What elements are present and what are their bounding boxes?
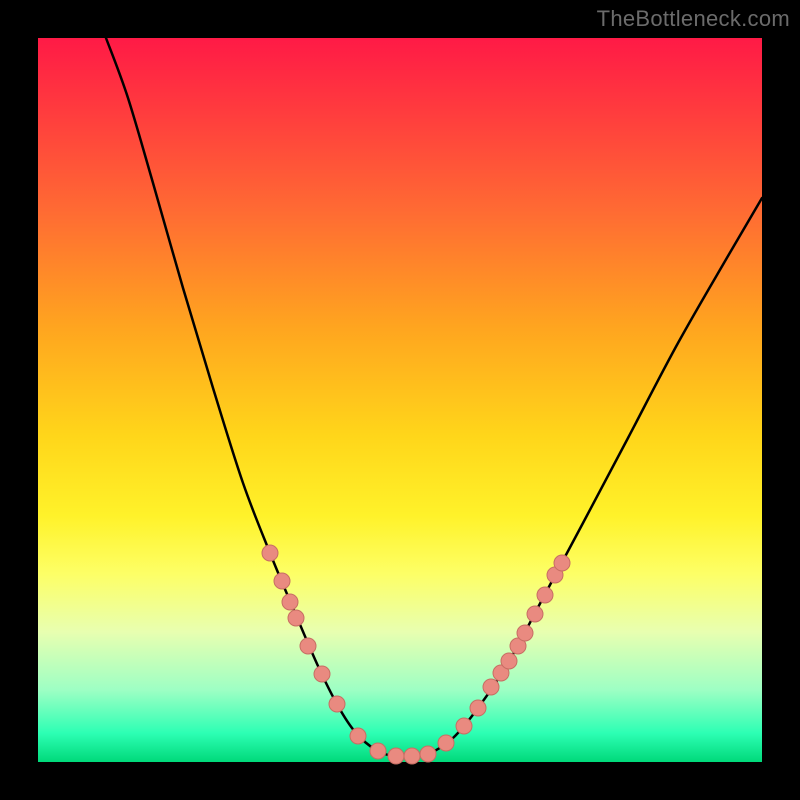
data-marker <box>350 728 366 744</box>
data-marker <box>438 735 454 751</box>
marker-group <box>262 545 570 764</box>
data-marker <box>370 743 386 759</box>
data-marker <box>314 666 330 682</box>
data-marker <box>288 610 304 626</box>
data-marker <box>537 587 553 603</box>
data-marker <box>388 748 404 764</box>
data-marker <box>282 594 298 610</box>
bottleneck-curve <box>106 38 762 757</box>
data-marker <box>501 653 517 669</box>
data-marker <box>554 555 570 571</box>
chart-svg <box>38 38 762 762</box>
data-marker <box>527 606 543 622</box>
plot-area <box>38 38 762 762</box>
chart-frame: TheBottleneck.com <box>0 0 800 800</box>
data-marker <box>420 746 436 762</box>
data-marker <box>274 573 290 589</box>
data-marker <box>262 545 278 561</box>
data-marker <box>517 625 533 641</box>
data-marker <box>329 696 345 712</box>
data-marker <box>404 748 420 764</box>
data-marker <box>300 638 316 654</box>
watermark-text: TheBottleneck.com <box>597 6 790 32</box>
data-marker <box>456 718 472 734</box>
data-marker <box>483 679 499 695</box>
data-marker <box>470 700 486 716</box>
